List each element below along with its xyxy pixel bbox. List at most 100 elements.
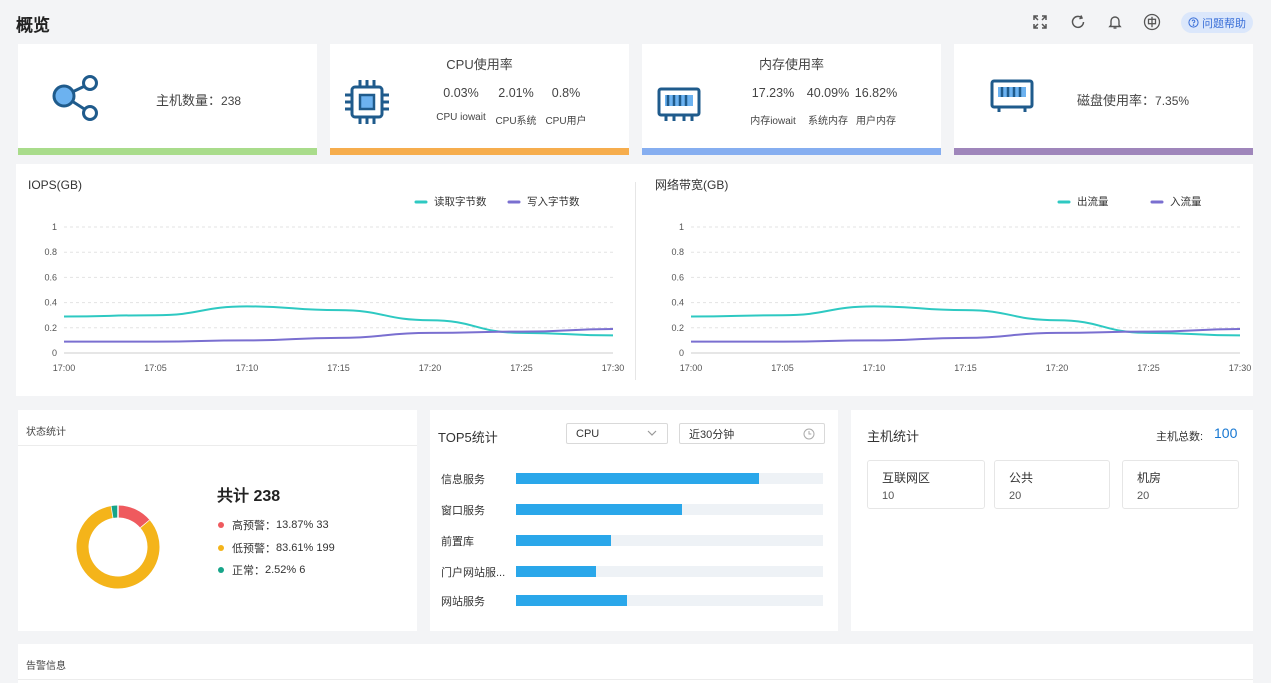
y-tick-label: 0.2 — [671, 323, 684, 333]
host-total-label: 主机总数: — [1156, 431, 1204, 443]
fullscreen-icon[interactable] — [1030, 12, 1050, 32]
x-tick-label: 17:30 — [1229, 363, 1252, 373]
legend-name: 低预警 — [232, 543, 265, 555]
x-tick-label: 17:05 — [144, 363, 167, 373]
bar-track — [516, 566, 823, 577]
host-group-card[interactable]: 互联网区 10 — [867, 460, 985, 509]
time-range-select[interactable]: 近30分钟 — [679, 423, 825, 444]
y-tick-label: 0.8 — [671, 247, 684, 257]
y-tick-label: 0.2 — [44, 323, 57, 333]
metric-value: 17.23% — [751, 86, 795, 100]
bar-track — [516, 473, 823, 484]
refresh-icon[interactable] — [1068, 12, 1088, 32]
status-stats-title: 状态统计 — [26, 427, 66, 438]
status-total: 共计 238 — [217, 488, 281, 505]
host-group-name: 机房 — [1137, 471, 1162, 485]
legend-label: 入流量 — [1170, 195, 1202, 208]
legend-count: 33 — [316, 519, 329, 531]
x-tick-label: 17:00 — [680, 363, 703, 373]
metric-value: 0.03% — [443, 86, 479, 100]
y-tick-label: 0.8 — [44, 247, 57, 257]
x-tick-label: 17:30 — [602, 363, 625, 373]
language-icon[interactable] — [1142, 12, 1162, 32]
bar-track — [516, 504, 823, 515]
host-stats-panel: 主机统计 主机总数: 100 互联网区 10 公共 20 机房 20 — [851, 410, 1253, 631]
chart-divider — [635, 182, 636, 380]
share-nodes-icon — [52, 75, 98, 121]
disk-usage-value: 7.35% — [1155, 94, 1190, 108]
chart-title: 网络带宽(GB) — [655, 177, 728, 192]
donut-slice — [117, 505, 150, 529]
y-tick-label: 0.6 — [44, 272, 57, 282]
legend-normal: 正常： 2.52% 6 — [218, 562, 305, 578]
legend-dot — [218, 522, 224, 528]
bar-fill — [516, 535, 612, 546]
status-stats-panel: 状态统计 共计 238 高预警： 13.87% 33 低预警： 83.61% 1… — [18, 410, 417, 631]
line-charts-panel: IOPS(GB) 读取字节数 写入字节数 0 0.2 0.4 0.6 0.8 1 17:00 17:… — [16, 164, 1253, 396]
x-tick-label: 17:15 — [954, 363, 977, 373]
legend-count: 199 — [316, 542, 335, 554]
chevron-down-icon — [647, 430, 657, 436]
x-tick-label: 17:25 — [510, 363, 533, 373]
chart-title: IOPS(GB) — [28, 178, 82, 192]
memory-icon — [657, 87, 701, 121]
bar-fill — [516, 595, 627, 606]
metric-value: 2.01% — [498, 86, 534, 100]
legend-colon: ： — [265, 520, 276, 532]
cpu-iowait-metric: 0.03% CPU iowait — [433, 86, 489, 123]
status-donut-chart — [76, 505, 160, 589]
time-select-value: 近30分钟 — [689, 428, 735, 441]
legend-dot — [218, 545, 224, 551]
cpu-card-title: CPU使用率 — [446, 57, 513, 72]
series-line — [63, 328, 614, 343]
user-memory-metric: 16.82% 用户内存 — [848, 86, 904, 127]
x-tick-label: 17:15 — [327, 363, 350, 373]
alerts-panel: 告警信息 — [18, 644, 1253, 683]
host-group-card[interactable]: 机房 20 — [1122, 460, 1239, 509]
disk-usage-label: 磁盘使用率： — [1077, 93, 1156, 108]
metric-label: CPU用户 — [545, 116, 587, 127]
legend-low-warning: 低预警： 83.61% 199 — [218, 540, 335, 556]
x-tick-label: 17:20 — [1046, 363, 1069, 373]
host-group-name: 公共 — [1009, 471, 1034, 485]
bar-category-label: 门户网站服... — [441, 567, 506, 579]
legend-count: 6 — [299, 564, 306, 576]
host-group-card[interactable]: 公共 20 — [994, 460, 1110, 509]
help-button[interactable]: 问题帮助 — [1181, 12, 1253, 33]
legend-high-warning: 高预警： 13.87% 33 — [218, 517, 329, 533]
cpu-usage-card: CPU使用率 0.03% CPU iowait 2.01% CPU系统 0.8%… — [330, 44, 629, 155]
legend-label: 出流量 — [1077, 195, 1109, 208]
bar-category-label: 窗口服务 — [441, 505, 485, 517]
bar-fill — [516, 473, 759, 484]
host-group-name: 互联网区 — [882, 471, 931, 485]
legend-name: 高预警 — [232, 520, 265, 532]
bar-category-label: 前置库 — [441, 536, 474, 548]
metric-select[interactable]: CPU — [566, 423, 668, 444]
legend-colon: ： — [265, 543, 276, 555]
metric-label: CPU系统 — [495, 116, 537, 127]
y-tick-label: 1 — [52, 222, 57, 232]
bar-fill — [516, 566, 596, 577]
page-title: 概览 — [16, 16, 50, 35]
disk-usage-card: 磁盘使用率：7.35% — [954, 44, 1253, 155]
series-line — [690, 328, 1241, 343]
bar-category-label: 信息服务 — [441, 474, 485, 486]
host-count-label: 主机数量： — [156, 93, 222, 108]
metric-label: CPU iowait — [436, 112, 486, 123]
legend-label: 读取字节数 — [434, 195, 487, 208]
memory-card-title: 内存使用率 — [758, 57, 824, 72]
legend-percent: 83.61% — [276, 542, 314, 554]
card-color-bar — [954, 148, 1253, 155]
bell-icon[interactable] — [1105, 12, 1125, 32]
host-group-count: 10 — [882, 490, 895, 502]
legend-percent: 2.52% — [265, 564, 297, 576]
y-tick-label: 0.4 — [671, 298, 684, 308]
bar-fill — [516, 504, 682, 515]
clock-icon — [803, 428, 815, 440]
card-color-bar — [642, 148, 941, 155]
metric-value: 0.8% — [551, 86, 581, 100]
help-icon — [1188, 17, 1199, 28]
y-tick-label: 0 — [679, 348, 684, 358]
top5-panel: TOP5统计 CPU 近30分钟 信息服务 窗口服务 前置库 门户网站服... 网站服务 — [430, 410, 838, 631]
y-tick-label: 0.4 — [44, 298, 57, 308]
